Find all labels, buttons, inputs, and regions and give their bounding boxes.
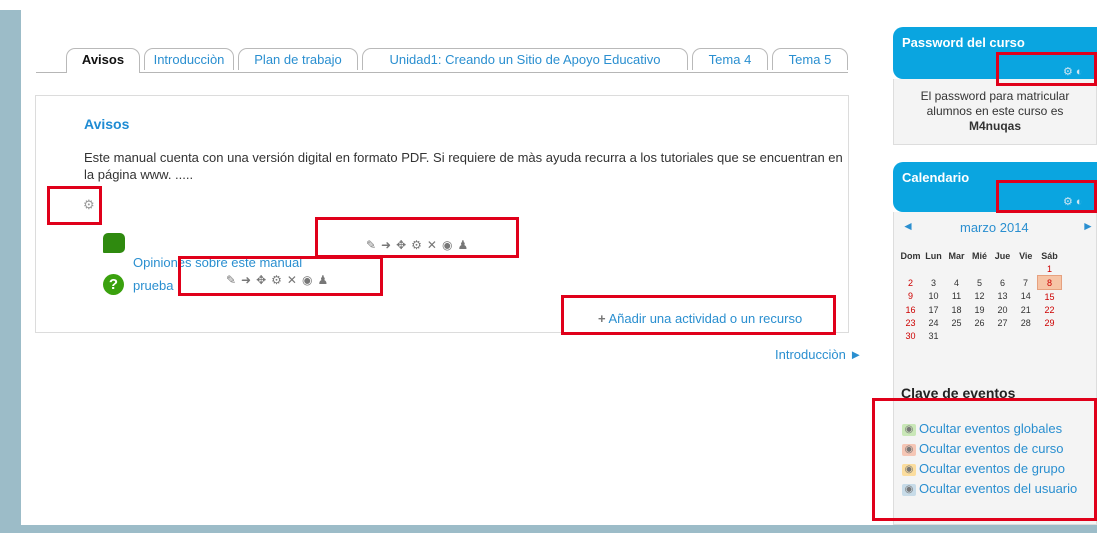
tab-tema4[interactable]: Tema 4 (692, 48, 768, 70)
forum-icon (103, 233, 125, 253)
password-block: Password del curso ⚙◐ El password para m… (893, 27, 1097, 145)
calendar-day[interactable]: 13 (991, 290, 1014, 304)
calendar-day[interactable]: 18 (945, 303, 968, 316)
tab-introduccion[interactable]: Introducciòn (144, 48, 234, 70)
calendar-day[interactable]: 20 (991, 303, 1014, 316)
weekday: Mié (971, 250, 987, 261)
password-line1: El password para matricular (920, 89, 1070, 103)
highlight-box (315, 217, 519, 258)
highlight-box (872, 398, 1097, 521)
calendar-empty-cell (968, 262, 991, 276)
calendar-day[interactable]: 26 (968, 316, 991, 329)
activity-link-prueba[interactable]: prueba (133, 278, 173, 293)
calendar-empty-cell (1014, 329, 1038, 342)
tab-unidad1[interactable]: Unidad1: Creando un Sitio de Apoyo Educa… (362, 48, 688, 70)
calendar-day[interactable]: 27 (991, 316, 1014, 329)
section-title: Avisos (84, 116, 130, 132)
calendar-empty-cell (968, 329, 991, 342)
course-tabs: Avisos Introducciòn Plan de trabajo Unid… (36, 48, 848, 73)
calendar-month-link[interactable]: marzo 2014 (960, 220, 1029, 235)
calendar-day[interactable]: 16 (899, 303, 922, 316)
highlight-box (47, 186, 102, 225)
calendar-day[interactable]: 28 (1014, 316, 1038, 329)
quiz-icon: ? (103, 274, 124, 295)
next-section-link[interactable]: Introducciòn ► (775, 347, 862, 362)
weekday: Mar (948, 250, 965, 261)
calendar-empty-cell (945, 262, 968, 276)
calendar-empty-cell (945, 329, 968, 342)
calendar-day[interactable]: 19 (968, 303, 991, 316)
highlight-box (178, 256, 383, 296)
calendar-day[interactable]: 17 (922, 303, 945, 316)
calendar-empty-cell (1014, 262, 1038, 276)
tab-avisos[interactable]: Avisos (66, 48, 140, 73)
calendar-day[interactable]: 9 (899, 290, 922, 304)
calendar-day[interactable]: 29 (1038, 316, 1062, 329)
weekday: Vie (1019, 250, 1033, 261)
calendar-day[interactable]: 11 (945, 290, 968, 304)
calendar-day[interactable]: 14 (1014, 290, 1038, 304)
calendar-empty-cell (922, 262, 945, 276)
calendar-day[interactable]: 12 (968, 290, 991, 304)
calendar-day[interactable]: 15 (1038, 290, 1062, 304)
calendar-day[interactable]: 30 (899, 329, 922, 342)
calendar-day[interactable]: 1 (1038, 262, 1062, 276)
weekday: Lun (925, 250, 942, 261)
calendar-day[interactable]: 8 (1037, 275, 1062, 290)
calendar-grid: Dom Lun Mar Mié Jue Vie Sáb 1 2 3 4 5 6 7 8 9 10 1… (899, 249, 1062, 342)
weekday: Jue (994, 250, 1011, 261)
block-title: Calendario (902, 170, 970, 185)
calendar-empty-cell (1038, 329, 1062, 342)
calendar-day[interactable]: 31 (922, 329, 945, 342)
block-title: Password del curso (902, 35, 1025, 50)
calendar-day[interactable]: 3 (922, 276, 945, 290)
calendar-day[interactable]: 24 (922, 316, 945, 329)
calendar-next-button[interactable]: ► (1082, 219, 1094, 233)
highlight-box (996, 180, 1097, 213)
calendar-empty-cell (991, 262, 1014, 276)
calendar-day[interactable]: 25 (945, 316, 968, 329)
weekday: Sáb (1041, 250, 1058, 261)
calendar-empty-cell (899, 262, 922, 276)
calendar-day[interactable]: 23 (899, 316, 922, 329)
tab-tema5[interactable]: Tema 5 (772, 48, 848, 70)
calendar-day[interactable]: 7 (1014, 276, 1038, 290)
calendar-day[interactable]: 5 (968, 276, 991, 290)
section-summary: Este manual cuenta con una versión digit… (84, 150, 843, 182)
calendar-empty-cell (991, 329, 1014, 342)
password-value: M4nuqas (968, 119, 1021, 133)
password-line2: alumnos en este curso es (926, 104, 1064, 118)
calendar-day[interactable]: 4 (945, 276, 968, 290)
tab-plan-de-trabajo[interactable]: Plan de trabajo (238, 48, 358, 70)
calendar-day[interactable]: 10 (922, 290, 945, 304)
highlight-box (561, 295, 836, 335)
calendar-day[interactable]: 22 (1038, 303, 1062, 316)
calendar-prev-button[interactable]: ◄ (902, 219, 914, 233)
weekday: Dom (900, 250, 921, 261)
calendar-day[interactable]: 6 (991, 276, 1014, 290)
calendar-day[interactable]: 21 (1014, 303, 1038, 316)
calendar-day[interactable]: 2 (899, 276, 922, 290)
highlight-box (996, 52, 1097, 86)
